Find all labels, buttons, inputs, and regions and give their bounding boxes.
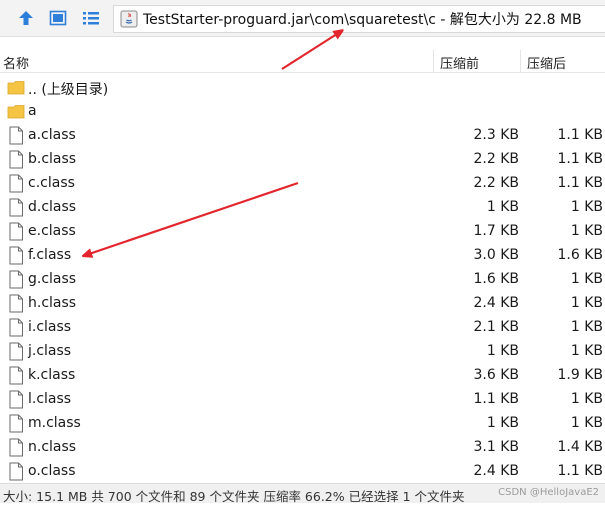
file-packed-size: 1 KB [570,391,603,407]
file-name: a.class [28,127,76,143]
up-arrow-icon[interactable] [14,6,38,30]
list-item-parent-folder[interactable]: .. (上级目录) [0,75,605,99]
file-packed-size: 1 KB [570,415,603,431]
list-item-file[interactable]: b.class 2.2 KB 1.1 KB [0,147,605,171]
file-icon [9,390,23,409]
file-packed-size: 1 KB [570,223,603,239]
list-item-file[interactable]: o.class 2.4 KB 1.1 KB [0,459,605,483]
list-item-file[interactable]: g.class 1.6 KB 1 KB [0,267,605,291]
file-icon [9,342,23,361]
list-item-file[interactable]: j.class 1 KB 1 KB [0,339,605,363]
file-name: e.class [28,223,76,239]
file-name: c.class [28,175,75,191]
list-item-file[interactable]: l.class 1.1 KB 1 KB [0,387,605,411]
list-item-file[interactable]: k.class 3.6 KB 1.9 KB [0,363,605,387]
file-packed-size: 1.1 KB [557,463,604,479]
file-icon [9,462,23,481]
list-item-file[interactable]: a.class 2.3 KB 1.1 KB [0,123,605,147]
file-size: 2.4 KB [473,463,520,479]
watermark: CSDN @HelloJavaE2 [498,487,599,498]
file-icon [9,246,23,265]
file-size: 1.1 KB [473,391,520,407]
file-packed-size: 1 KB [570,271,603,287]
file-packed-size: 1.4 KB [557,439,604,455]
file-name: i.class [28,319,72,335]
file-icon [9,198,23,217]
file-size: 3.6 KB [473,367,520,383]
file-icon [9,294,23,313]
status-text: 大小: 15.1 MB 共 700 个文件和 89 个文件夹 压缩率 66.2%… [3,489,465,504]
file-name: m.class [28,415,81,431]
file-size: 1 KB [486,415,519,431]
file-icon [9,414,23,433]
folder-name: a [28,103,37,119]
file-list: .. (上级目录) a a.class 2.3 KB 1.1 KB b.class 2.… [0,75,605,483]
file-packed-size: 1.9 KB [557,367,604,383]
file-size: 2.3 KB [473,127,520,143]
file-packed-size: 1.1 KB [557,175,604,191]
file-icon [9,318,23,337]
column-header: 名称 压缩前 压缩后 [0,50,605,73]
file-name: d.class [28,199,77,215]
file-size: 3.0 KB [473,247,520,263]
status-bar: 大小: 15.1 MB 共 700 个文件和 89 个文件夹 压缩率 66.2%… [0,483,605,504]
file-name: o.class [28,463,76,479]
list-item-file[interactable]: f.class 3.0 KB 1.6 KB [0,243,605,267]
column-packed[interactable]: 压缩后 [527,53,566,72]
file-name: b.class [28,151,77,167]
file-size: 1.6 KB [473,271,520,287]
list-item-file[interactable]: n.class 3.1 KB 1.4 KB [0,435,605,459]
file-icon [9,174,23,193]
address-bar[interactable]: TestStarter-proguard.jar\com\squaretest\… [113,5,605,33]
file-icon [9,270,23,289]
file-packed-size: 1.1 KB [557,127,604,143]
file-packed-size: 1 KB [570,343,603,359]
file-size: 2.2 KB [473,175,520,191]
file-size: 2.2 KB [473,151,520,167]
toolbar: TestStarter-proguard.jar\com\squaretest\… [0,0,605,37]
column-name[interactable]: 名称 [3,53,29,72]
file-icon [9,126,23,145]
file-size: 2.4 KB [473,295,520,311]
file-packed-size: 1.6 KB [557,247,604,263]
list-mode-icon[interactable] [79,6,103,30]
file-packed-size: 1 KB [570,319,603,335]
view-mode-icon[interactable] [46,6,70,30]
file-icon [9,150,23,169]
file-packed-size: 1.1 KB [557,151,604,167]
file-name: j.class [28,343,72,359]
folder-icon [7,81,25,95]
file-size: 2.1 KB [473,319,520,335]
list-item-file[interactable]: e.class 1.7 KB 1 KB [0,219,605,243]
file-icon [9,222,23,241]
file-size: 3.1 KB [473,439,520,455]
list-item-file[interactable]: m.class 1 KB 1 KB [0,411,605,435]
file-icon [9,438,23,457]
file-name: n.class [28,439,77,455]
list-item-file[interactable]: c.class 2.2 KB 1.1 KB [0,171,605,195]
folder-name: .. (上级目录) [28,82,109,98]
file-name: g.class [28,271,77,287]
list-item-file[interactable]: h.class 2.4 KB 1 KB [0,291,605,315]
file-packed-size: 1 KB [570,199,603,215]
file-name: f.class [28,247,72,263]
file-packed-size: 1 KB [570,295,603,311]
file-size: 1.7 KB [473,223,520,239]
file-icon [9,366,23,385]
list-item-file[interactable]: d.class 1 KB 1 KB [0,195,605,219]
list-item-file[interactable]: i.class 2.1 KB 1 KB [0,315,605,339]
jar-file-icon [120,10,138,28]
file-size: 1 KB [486,343,519,359]
address-path: TestStarter-proguard.jar\com\squaretest\… [143,12,582,28]
file-size: 1 KB [486,199,519,215]
column-size[interactable]: 压缩前 [440,53,479,72]
file-name: k.class [28,367,76,383]
folder-icon [7,105,25,119]
file-name: h.class [28,295,77,311]
list-item-folder-a[interactable]: a [0,99,605,123]
file-name: l.class [28,391,72,407]
